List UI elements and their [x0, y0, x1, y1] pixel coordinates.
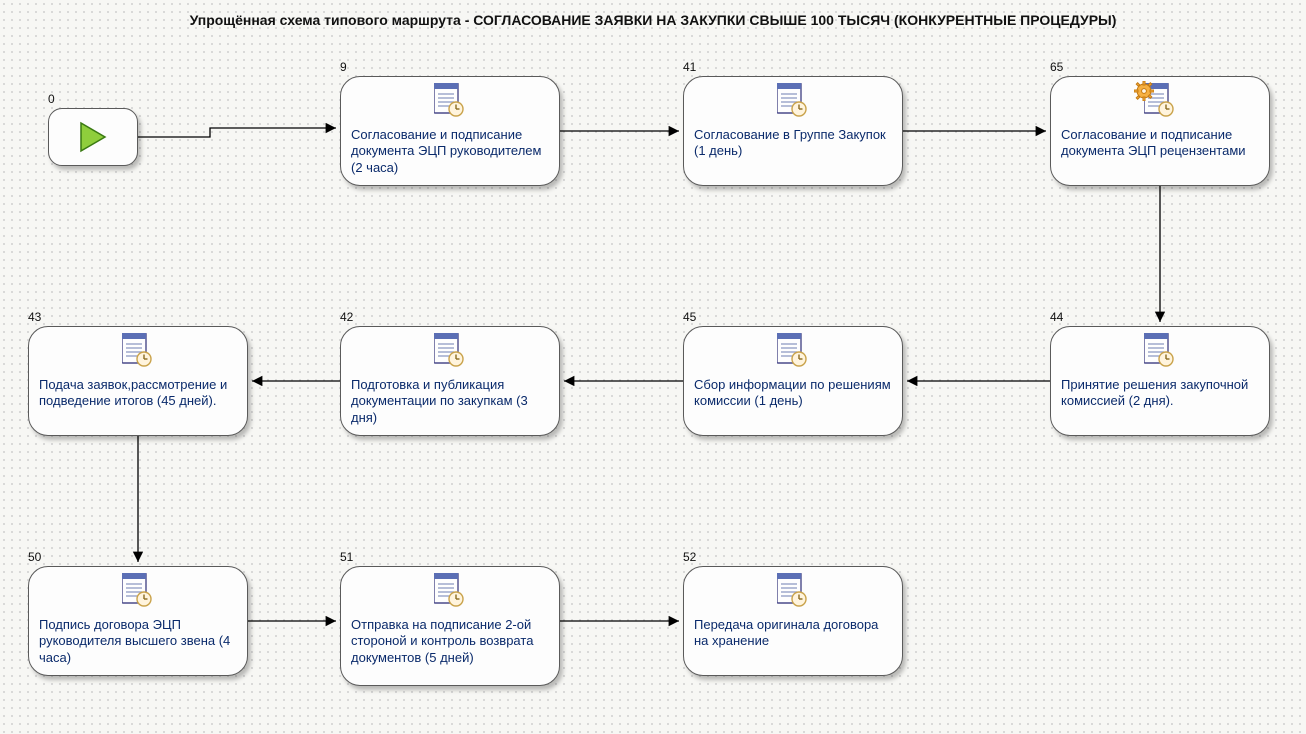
node-id-42: 42 — [340, 310, 353, 324]
node-text: Подпись договора ЭЦП руководителя высшег… — [39, 617, 237, 666]
task-node-9[interactable]: Согласование и подписание документа ЭЦП … — [340, 76, 560, 186]
task-node-65[interactable]: Согласование и подписание документа ЭЦП … — [1050, 76, 1270, 186]
diagram-title: Упрощённая схема типового маршрута - СОГ… — [0, 12, 1306, 28]
node-text: Согласование и подписание документа ЭЦП … — [1061, 127, 1259, 160]
task-node-44[interactable]: Принятие решения закупочной комиссией (2… — [1050, 326, 1270, 436]
task-node-50[interactable]: Подпись договора ЭЦП руководителя высшег… — [28, 566, 248, 676]
task-node-52[interactable]: Передача оригинала договора на хранение — [683, 566, 903, 676]
node-id-51: 51 — [340, 550, 353, 564]
node-text: Отправка на подписание 2-ой стороной и к… — [351, 617, 549, 666]
node-id-start: 0 — [48, 92, 55, 106]
node-id-9: 9 — [340, 60, 347, 74]
document-clock-icon — [1144, 333, 1176, 369]
play-icon — [75, 119, 111, 155]
document-clock-icon — [122, 573, 154, 609]
node-id-65: 65 — [1050, 60, 1063, 74]
document-clock-icon — [122, 333, 154, 369]
task-node-51[interactable]: Отправка на подписание 2-ой стороной и к… — [340, 566, 560, 686]
node-text: Принятие решения закупочной комиссией (2… — [1061, 377, 1259, 410]
node-text: Подготовка и публикация документации по … — [351, 377, 549, 426]
document-clock-icon — [777, 83, 809, 119]
document-clock-icon — [777, 333, 809, 369]
document-clock-icon — [434, 83, 466, 119]
node-text: Сбор информации по решениям комиссии (1 … — [694, 377, 892, 410]
node-id-41: 41 — [683, 60, 696, 74]
gear-icon — [1134, 81, 1154, 101]
node-id-50: 50 — [28, 550, 41, 564]
node-text: Подача заявок,рассмотрение и подведение … — [39, 377, 237, 410]
document-clock-icon — [434, 333, 466, 369]
node-id-45: 45 — [683, 310, 696, 324]
node-text: Передача оригинала договора на хранение — [694, 617, 892, 650]
start-node[interactable] — [48, 108, 138, 166]
node-text: Согласование и подписание документа ЭЦП … — [351, 127, 549, 176]
document-clock-icon — [777, 573, 809, 609]
task-node-45[interactable]: Сбор информации по решениям комиссии (1 … — [683, 326, 903, 436]
document-clock-icon — [434, 573, 466, 609]
workflow-canvas: Упрощённая схема типового маршрута - СОГ… — [0, 0, 1306, 734]
node-id-43: 43 — [28, 310, 41, 324]
node-id-52: 52 — [683, 550, 696, 564]
task-node-41[interactable]: Согласование в Группе Закупок (1 день) — [683, 76, 903, 186]
task-node-43[interactable]: Подача заявок,рассмотрение и подведение … — [28, 326, 248, 436]
task-node-42[interactable]: Подготовка и публикация документации по … — [340, 326, 560, 436]
node-id-44: 44 — [1050, 310, 1063, 324]
node-text: Согласование в Группе Закупок (1 день) — [694, 127, 892, 160]
